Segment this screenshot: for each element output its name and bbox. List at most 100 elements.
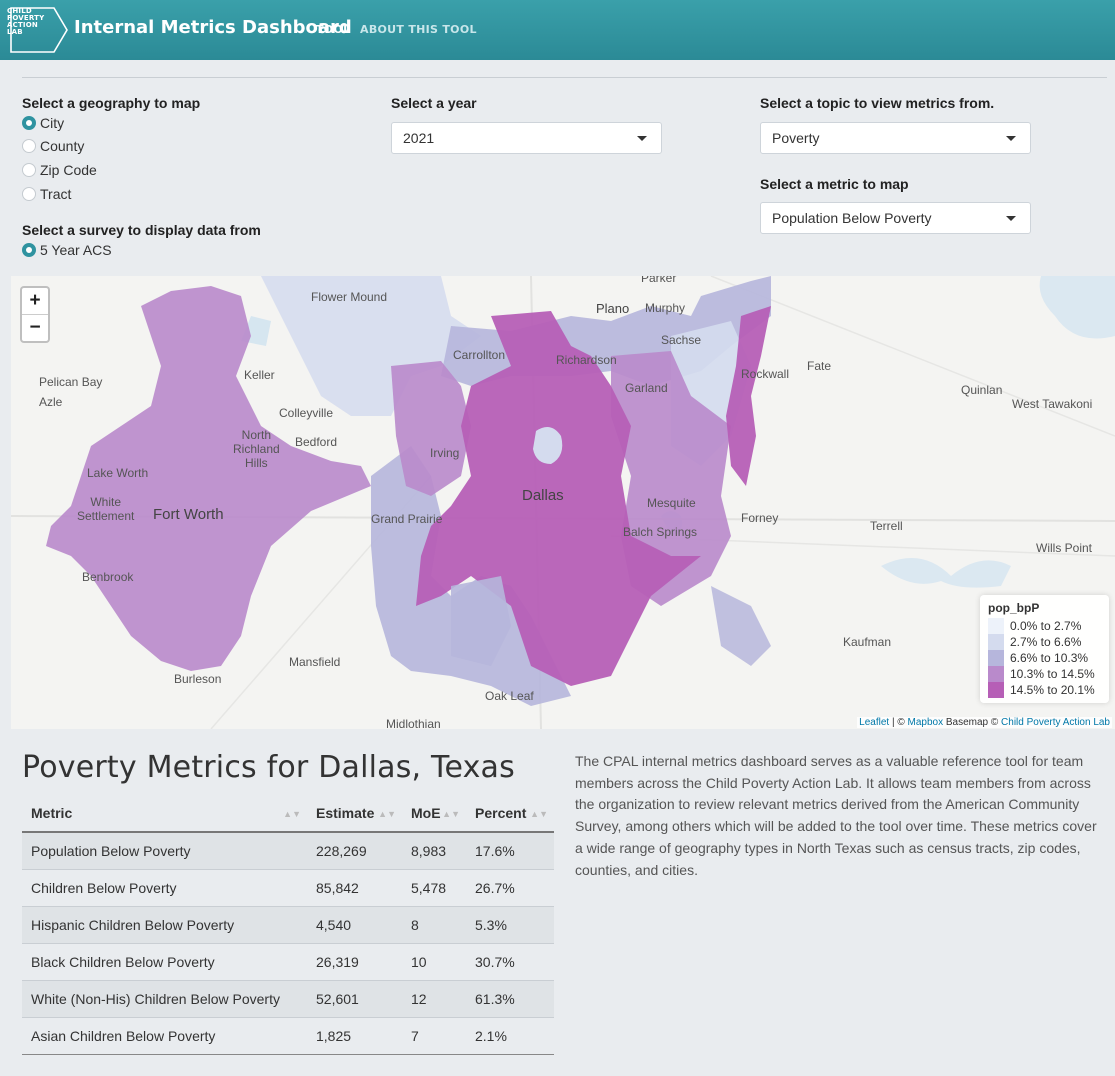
- table-row[interactable]: Children Below Poverty 85,842 5,478 26.7%: [22, 868, 554, 906]
- place-label: Plano: [596, 301, 630, 316]
- cpal-link[interactable]: Child Poverty Action Lab: [1001, 717, 1110, 728]
- place-label: Midlothian: [386, 717, 441, 729]
- cell-metric: Children Below Poverty: [22, 868, 307, 906]
- place-label: Azle: [39, 395, 63, 409]
- cell-metric: Hispanic Children Below Poverty: [22, 905, 307, 943]
- place-label: Kaufman: [843, 635, 892, 649]
- radio-zip-code[interactable]: Zip Code: [22, 162, 97, 178]
- mapbox-link[interactable]: Mapbox: [908, 717, 944, 728]
- tool-description: The CPAL internal metrics dashboard serv…: [575, 753, 1097, 878]
- radio-county[interactable]: County: [22, 138, 84, 154]
- cell-metric: White (Non-His) Children Below Poverty: [22, 979, 307, 1017]
- place-label: Carrollton: [453, 348, 506, 362]
- place-label: Irving: [430, 446, 460, 460]
- zoom-out-button[interactable]: −: [22, 314, 48, 340]
- legend-swatch: [988, 666, 1004, 682]
- place-label: Benbrook: [82, 570, 134, 584]
- legend-swatch: [988, 650, 1004, 666]
- cell-metric: Asian Children Below Poverty: [22, 1016, 307, 1055]
- topic-select[interactable]: Poverty: [760, 122, 1031, 154]
- column-header-moe[interactable]: MoE ▲▼: [402, 795, 466, 833]
- region-low-east[interactable]: [711, 586, 771, 666]
- place-label: Grand Prairie: [371, 512, 443, 526]
- place-label: Bedford: [295, 435, 338, 449]
- header-label: MoE: [411, 805, 441, 821]
- sort-icon[interactable]: ▲▼: [283, 809, 301, 819]
- nav-tool[interactable]: TOOL: [316, 23, 350, 36]
- place-label: West Tawakoni: [1012, 397, 1093, 411]
- radio-5-year-acs[interactable]: 5 Year ACS: [22, 242, 112, 258]
- place-label: Rockwall: [741, 367, 790, 381]
- metric-label: Select a metric to map: [760, 176, 909, 192]
- cell-moe: 10: [402, 942, 466, 980]
- place-label: Fort Worth: [153, 506, 224, 523]
- table-row[interactable]: Black Children Below Poverty 26,319 10 30.7…: [22, 942, 554, 980]
- caret-down-icon: [1006, 216, 1016, 221]
- radio-tract[interactable]: Tract: [22, 186, 71, 202]
- place-label: Dallas: [522, 487, 564, 504]
- sort-icon[interactable]: ▲▼: [442, 809, 460, 819]
- place-label: North Richland Hills: [233, 428, 280, 470]
- geography-label: Select a geography to map: [22, 95, 201, 111]
- legend-label: 0.0% to 2.7%: [1010, 619, 1082, 633]
- radio-button[interactable]: [22, 116, 36, 130]
- zoom-in-button[interactable]: +: [22, 288, 48, 314]
- cell-percent: 17.6%: [466, 831, 554, 869]
- column-header-percent[interactable]: Percent ▲▼: [466, 795, 554, 833]
- place-label: Murphy: [645, 301, 686, 315]
- logo-text: CHILD POVERTY ACTION LAB: [7, 7, 45, 36]
- cell-metric: Population Below Poverty: [22, 831, 307, 869]
- column-header-estimate[interactable]: Estimate ▲▼: [307, 795, 402, 833]
- header-label: Percent: [475, 805, 527, 821]
- metric-select[interactable]: Population Below Poverty: [760, 202, 1031, 234]
- table-row[interactable]: White (Non-His) Children Below Poverty 52…: [22, 979, 554, 1017]
- legend-label: 2.7% to 6.6%: [1010, 635, 1082, 649]
- sort-icon[interactable]: ▲▼: [378, 809, 396, 819]
- nav-about[interactable]: ABOUT THIS TOOL: [360, 23, 477, 36]
- radio-button[interactable]: [22, 163, 36, 177]
- place-label: Colleyville: [279, 406, 334, 420]
- lake: [1039, 276, 1115, 339]
- caret-down-icon: [1006, 136, 1016, 141]
- cell-percent: 2.1%: [466, 1016, 554, 1055]
- cell-estimate: 4,540: [307, 905, 402, 943]
- radio-button[interactable]: [22, 139, 36, 153]
- radio-label: Tract: [40, 186, 72, 202]
- region-enclave[interactable]: [533, 427, 563, 464]
- place-label: Richardson: [556, 353, 617, 367]
- place-label: Fate: [807, 359, 832, 373]
- sort-icon[interactable]: ▲▼: [530, 809, 548, 819]
- place-label: Quinlan: [961, 383, 1003, 397]
- leaflet-link[interactable]: Leaflet: [859, 717, 889, 728]
- map-legend: pop_bpP 0.0% to 2.7% 2.7% to 6.6% 6.6% t…: [980, 595, 1109, 703]
- table-row[interactable]: Asian Children Below Poverty 1,825 7 2.1%: [22, 1016, 554, 1055]
- legend-item: 14.5% to 20.1%: [988, 682, 1101, 698]
- legend-swatch: [988, 682, 1004, 698]
- app-title[interactable]: Internal Metrics Dashboard: [74, 17, 352, 38]
- choropleth-map[interactable]: + − Parker Flower Mound Plano Murphy Sac…: [11, 276, 1115, 729]
- topic-value: Poverty: [772, 130, 820, 146]
- cell-estimate: 1,825: [307, 1016, 402, 1055]
- place-label: Flower Mound: [311, 290, 388, 304]
- place-label: Burleson: [174, 672, 222, 686]
- legend-swatch: [988, 634, 1004, 650]
- year-select[interactable]: 2021: [391, 122, 662, 154]
- radio-button[interactable]: [22, 243, 36, 257]
- cell-estimate: 26,319: [307, 942, 402, 980]
- cell-percent: 26.7%: [466, 868, 554, 906]
- cell-percent: 61.3%: [466, 979, 554, 1017]
- radio-button[interactable]: [22, 187, 36, 201]
- column-header-metric[interactable]: Metric ▲▼: [22, 795, 307, 833]
- cell-moe: 5,478: [402, 868, 466, 906]
- legend-item: 0.0% to 2.7%: [988, 618, 1101, 634]
- attribution-text: Basemap ©: [943, 717, 1002, 728]
- cell-estimate: 228,269: [307, 831, 402, 869]
- radio-city[interactable]: City: [22, 115, 64, 131]
- radio-label: Zip Code: [40, 162, 97, 178]
- legend-item: 2.7% to 6.6%: [988, 634, 1101, 650]
- table-row[interactable]: Hispanic Children Below Poverty 4,540 8 5.3…: [22, 905, 554, 943]
- navbar: CHILD POVERTY ACTION LAB Internal Metric…: [0, 0, 1115, 60]
- legend-title: pop_bpP: [988, 601, 1040, 615]
- cell-moe: 12: [402, 979, 466, 1017]
- table-row[interactable]: Population Below Poverty 228,269 8,983 17.6…: [22, 831, 554, 869]
